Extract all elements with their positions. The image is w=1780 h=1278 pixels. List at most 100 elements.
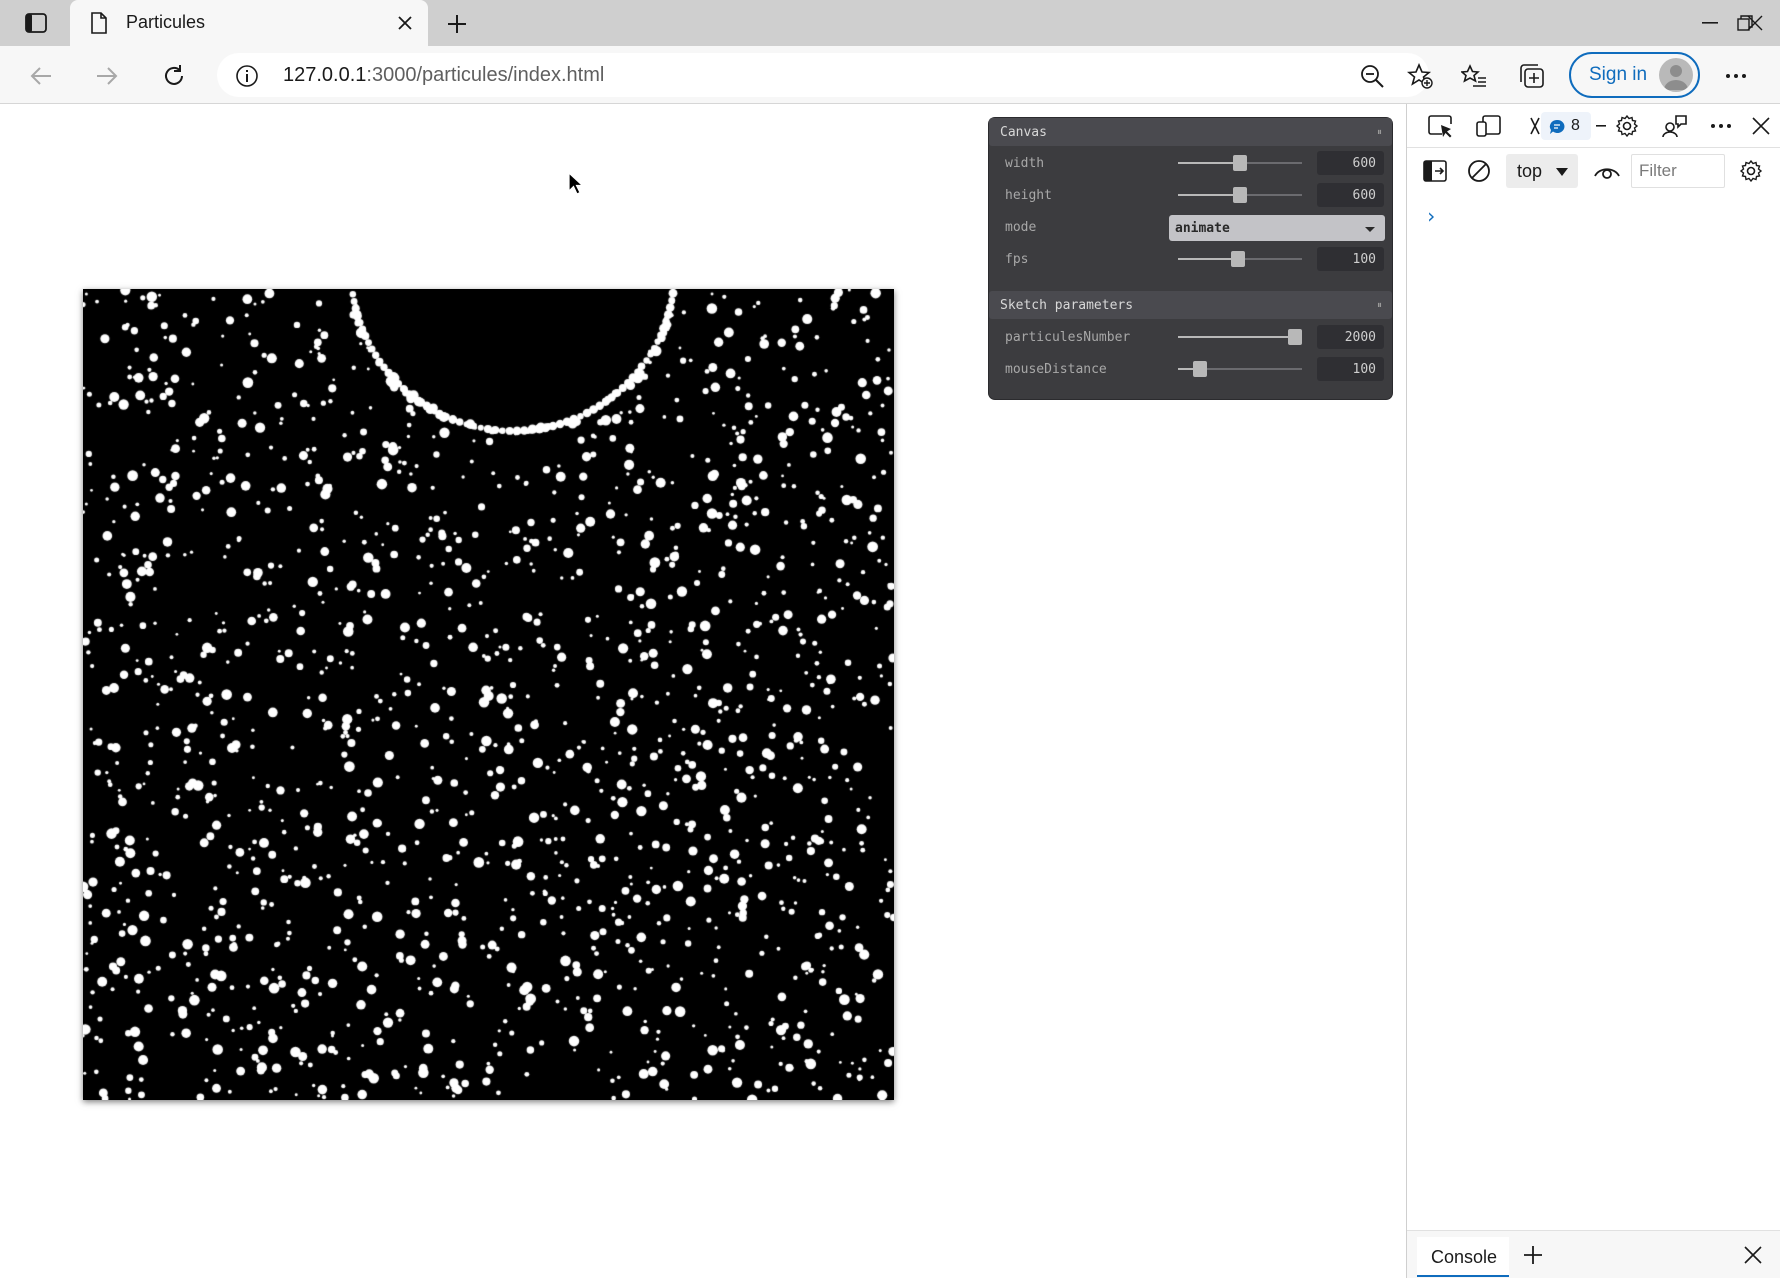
- close-icon[interactable]: [1745, 110, 1777, 142]
- feedback-icon[interactable]: [1659, 110, 1691, 142]
- inspect-icon[interactable]: [1425, 110, 1457, 142]
- address-bar[interactable]: 127.0.0.1:3000/particules/index.html: [217, 53, 1433, 97]
- devtools-panel: 8 top Filter › Console: [1406, 104, 1780, 1278]
- console-prompt[interactable]: ›: [1425, 204, 1437, 228]
- width-slider[interactable]: [1178, 155, 1302, 171]
- new-tab-button[interactable]: [443, 10, 471, 38]
- mouse-cursor-icon: [568, 171, 585, 201]
- forward-icon: [97, 67, 118, 85]
- context-select[interactable]: top: [1506, 154, 1578, 188]
- browser-toolbar: 127.0.0.1:3000/particules/index.html Sig…: [0, 46, 1780, 104]
- particules-number-input[interactable]: 2000: [1317, 325, 1384, 349]
- gear-icon[interactable]: [1735, 155, 1767, 187]
- address-host: 127.0.0.1: [283, 64, 367, 86]
- height-number-input[interactable]: 600: [1317, 183, 1384, 207]
- sketch-folder-header[interactable]: Sketch parameters ⏸: [989, 291, 1392, 319]
- mouse-distance-label: mouseDistance: [1005, 362, 1107, 377]
- add-favorite-icon[interactable]: [1407, 63, 1433, 89]
- close-icon[interactable]: [1737, 1239, 1769, 1271]
- width-number-input[interactable]: 600: [1317, 151, 1384, 175]
- more-icon[interactable]: [1705, 110, 1737, 142]
- sidebar-toggle-icon[interactable]: [1419, 155, 1451, 187]
- close-icon[interactable]: [392, 10, 418, 36]
- gear-icon[interactable]: [1611, 110, 1643, 142]
- title-bar: Particules: [0, 0, 1780, 46]
- fps-number-input[interactable]: 100: [1317, 247, 1384, 271]
- particules-number-slider[interactable]: [1178, 329, 1302, 345]
- minimize-button[interactable]: [1690, 8, 1730, 38]
- issues-count: 8: [1571, 117, 1580, 134]
- width-slider-handle[interactable]: [1233, 155, 1247, 171]
- address-path: :3000/particules/index.html: [366, 64, 605, 86]
- collections-icon: [1520, 64, 1544, 88]
- mode-label: mode: [1005, 220, 1037, 235]
- info-icon[interactable]: [235, 64, 259, 88]
- more-button[interactable]: [1719, 59, 1753, 93]
- favorites-icon: [1461, 64, 1486, 87]
- issues-badge[interactable]: 8: [1541, 112, 1591, 140]
- favorites-button[interactable]: [1457, 59, 1491, 93]
- refresh-button[interactable]: [157, 59, 191, 93]
- mode-value: animate: [1175, 221, 1230, 236]
- width-control: width 600: [989, 148, 1392, 178]
- height-slider[interactable]: [1178, 187, 1302, 203]
- devtools-tabbar: 8: [1407, 104, 1780, 148]
- height-control: height 600: [989, 180, 1392, 210]
- mouse-distance-value: 100: [1352, 362, 1376, 377]
- mode-select[interactable]: animate: [1169, 215, 1385, 241]
- minimize-icon: [1702, 22, 1718, 24]
- message-icon: [1549, 119, 1565, 134]
- particules-number-slider-handle[interactable]: [1288, 329, 1302, 345]
- plus-icon[interactable]: [1517, 1239, 1549, 1271]
- eye-icon[interactable]: [1591, 155, 1623, 187]
- mouse-distance-slider[interactable]: [1178, 361, 1302, 377]
- fps-slider-handle[interactable]: [1231, 251, 1245, 267]
- device-emulation-icon[interactable]: [1473, 110, 1505, 142]
- height-label: height: [1005, 188, 1052, 203]
- tab-console[interactable]: Console: [1417, 1237, 1509, 1277]
- particules-number-control: particulesNumber 2000: [989, 322, 1392, 352]
- particules-number-value: 2000: [1344, 330, 1376, 345]
- forward-button[interactable]: [90, 59, 124, 93]
- page-viewport: Canvas ⏸ width 600 height 600 mode anima…: [0, 104, 1406, 1278]
- close-icon: [1747, 15, 1763, 31]
- sign-in-label: Sign in: [1589, 64, 1648, 85]
- page-icon: [90, 12, 108, 39]
- refresh-icon: [165, 65, 183, 85]
- console-tab-label: Console: [1431, 1247, 1498, 1267]
- clear-console-icon[interactable]: [1463, 155, 1495, 187]
- collapse-icon[interactable]: ⏸: [1377, 127, 1382, 138]
- filter-field[interactable]: [1631, 154, 1725, 188]
- sidebar-icon[interactable]: [20, 10, 52, 36]
- mouse-distance-slider-handle[interactable]: [1193, 361, 1207, 377]
- chevron-down-icon: [1556, 168, 1568, 176]
- collections-button[interactable]: [1515, 59, 1549, 93]
- plus-icon: [448, 15, 466, 33]
- sketch-folder-title: Sketch parameters: [1000, 298, 1134, 313]
- window-close-button[interactable]: [1735, 8, 1775, 38]
- context-value: top: [1517, 161, 1543, 181]
- chevron-down-icon: [1365, 227, 1375, 232]
- zoom-out-icon[interactable]: [1359, 63, 1385, 89]
- browser-tab[interactable]: Particules: [70, 0, 428, 46]
- mode-control: mode animate: [989, 212, 1392, 242]
- height-slider-handle[interactable]: [1233, 187, 1247, 203]
- back-icon: [30, 67, 51, 85]
- collapse-icon[interactable]: ⏸: [1377, 300, 1382, 311]
- address-text[interactable]: 127.0.0.1:3000/particules/index.html: [283, 64, 604, 87]
- fps-control: fps 100: [989, 244, 1392, 274]
- dash-icon: [1591, 110, 1611, 142]
- canvas-folder-title: Canvas: [1000, 125, 1047, 140]
- sign-in-button[interactable]: Sign in: [1569, 52, 1700, 98]
- avatar: [1659, 58, 1693, 92]
- fps-value: 100: [1352, 252, 1376, 267]
- back-button[interactable]: [24, 59, 58, 93]
- mouse-distance-input[interactable]: 100: [1317, 357, 1384, 381]
- canvas-folder-header[interactable]: Canvas ⏸: [989, 118, 1392, 146]
- more-icon: [1726, 74, 1746, 78]
- console-toolbar: top: [1407, 150, 1780, 192]
- filter-input[interactable]: [1632, 155, 1722, 187]
- height-value: 600: [1352, 188, 1376, 203]
- particles-canvas[interactable]: [83, 289, 894, 1100]
- fps-slider[interactable]: [1178, 251, 1302, 267]
